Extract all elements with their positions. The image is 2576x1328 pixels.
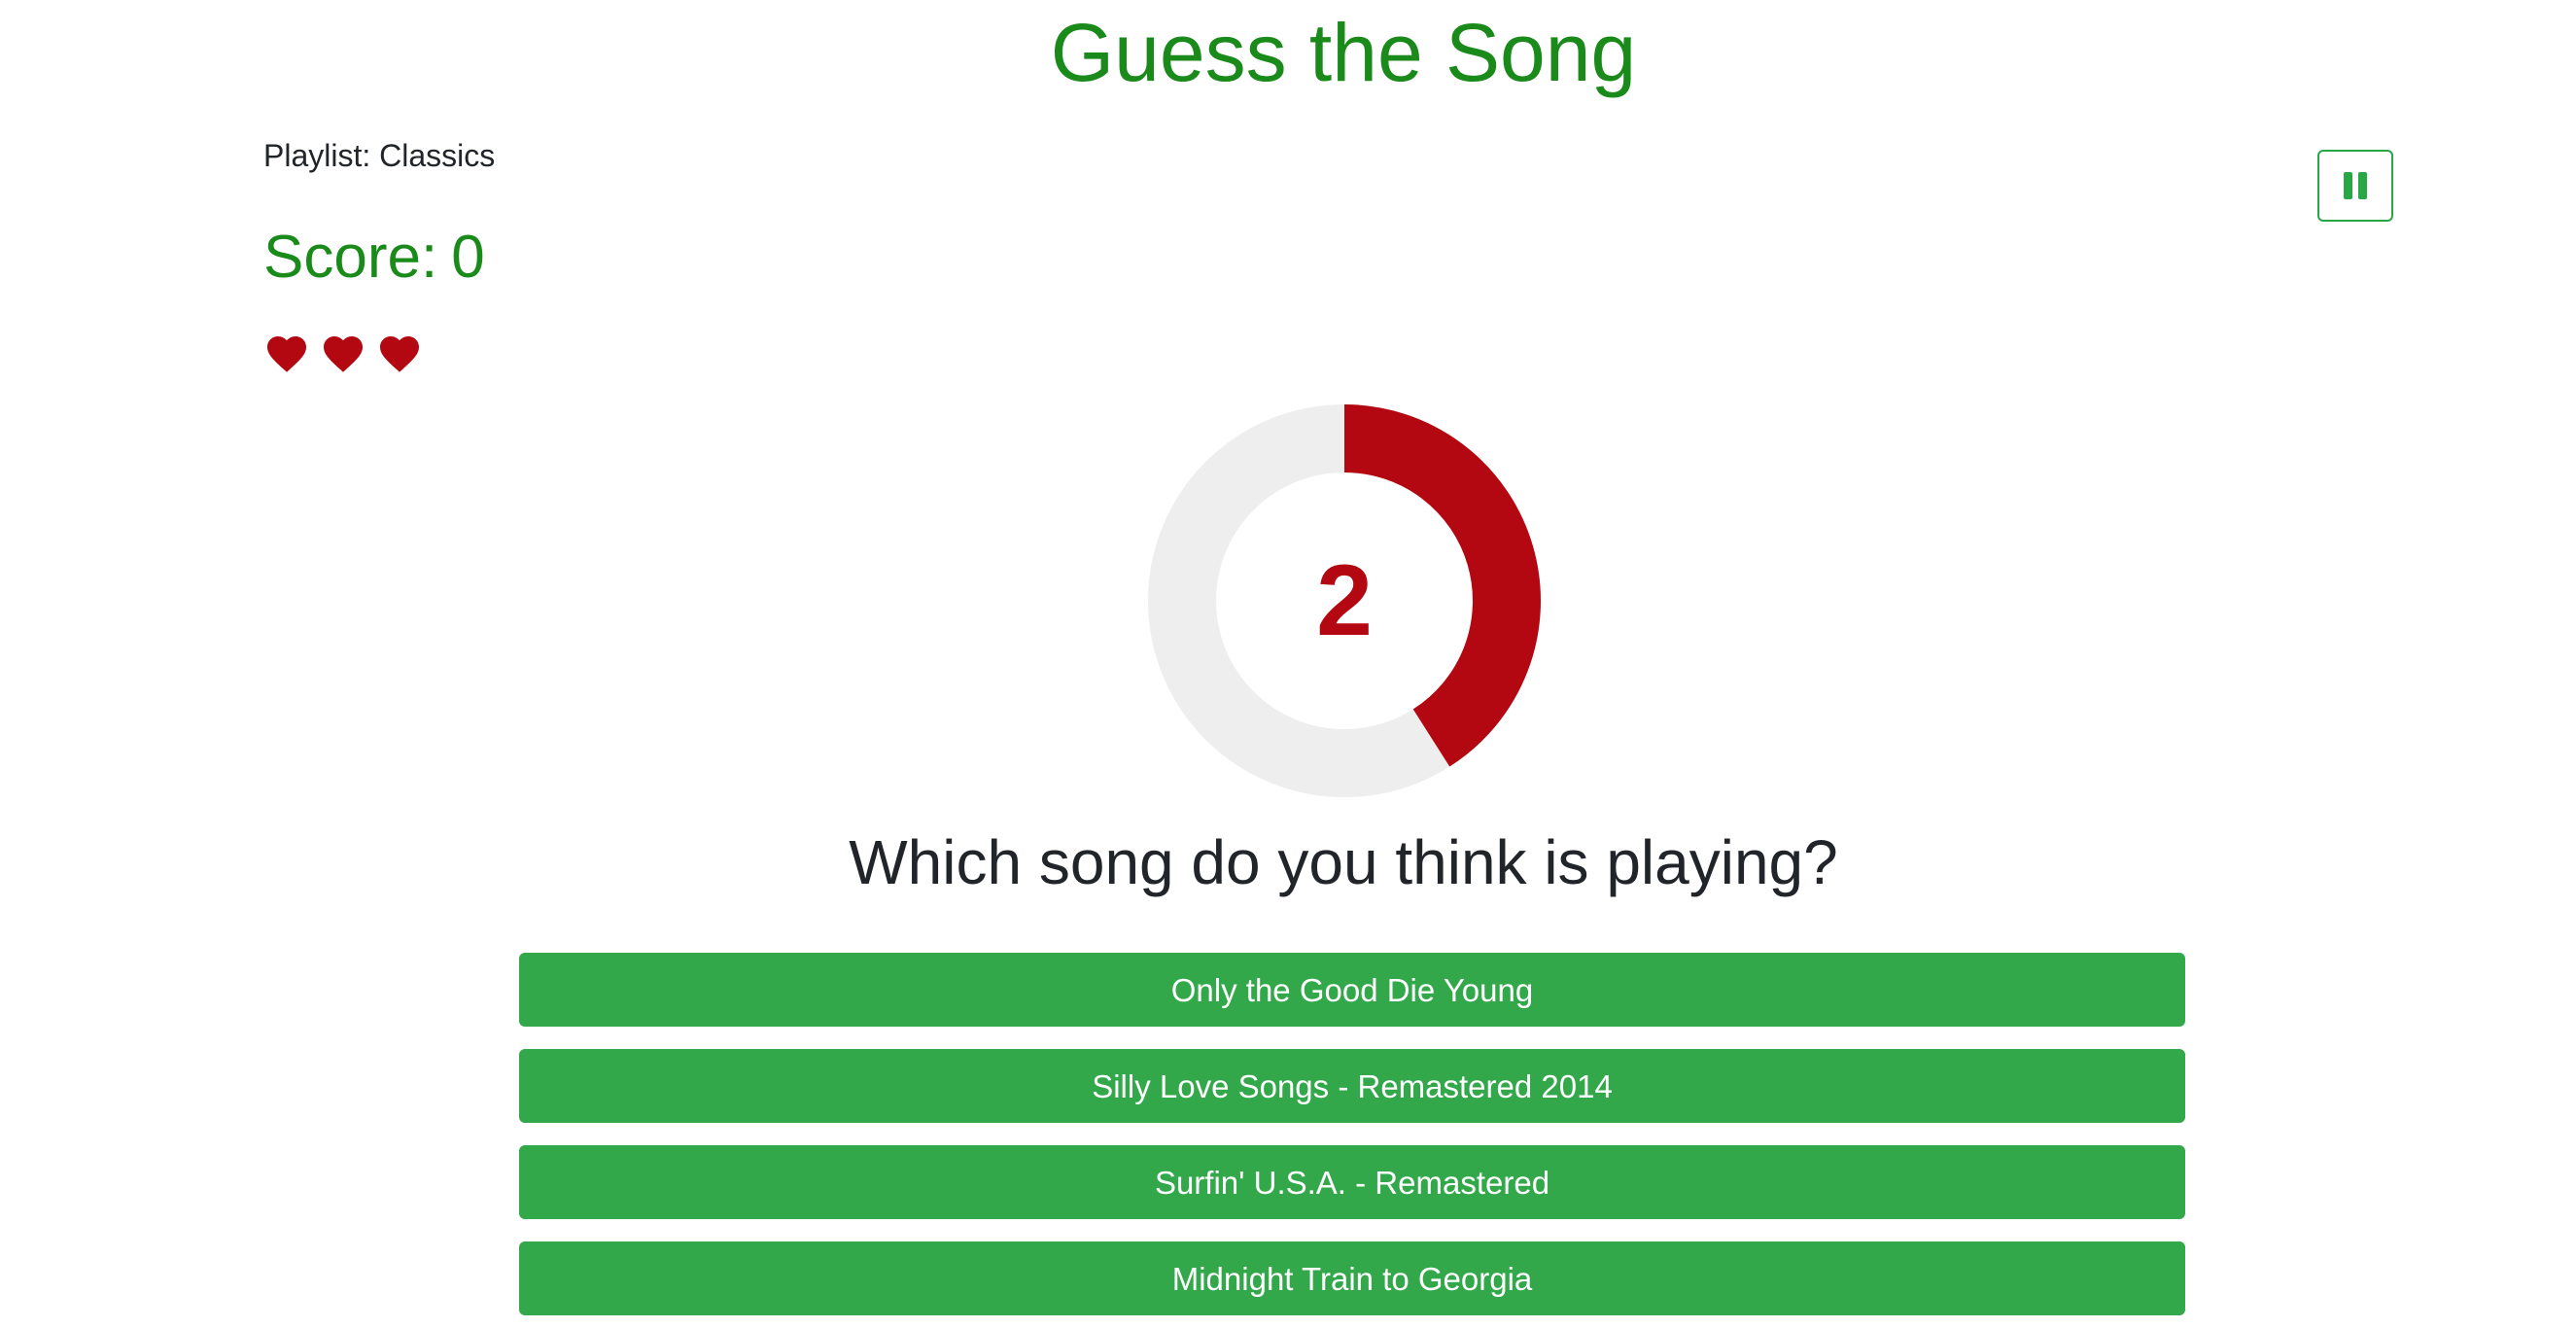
answer-list: Only the Good Die Young Silly Love Songs…	[519, 953, 2185, 1328]
answer-button[interactable]: Midnight Train to Georgia	[519, 1241, 2185, 1315]
heart-icon	[267, 336, 306, 372]
score-value: 0	[451, 224, 485, 291]
answer-button[interactable]: Surfin' U.S.A. - Remastered	[519, 1145, 2185, 1219]
countdown-timer: 2	[1148, 404, 1541, 797]
answer-button[interactable]: Only the Good Die Young	[519, 953, 2185, 1027]
heart-icon	[380, 336, 419, 372]
timer-value: 2	[1316, 543, 1373, 657]
lives-indicator	[263, 331, 423, 373]
pause-icon	[2344, 172, 2352, 199]
playlist-label: Playlist: Classics	[263, 138, 496, 173]
answer-button[interactable]: Silly Love Songs - Remastered 2014	[519, 1049, 2185, 1123]
score-label: Score:	[263, 224, 438, 291]
heart-icon	[324, 336, 363, 372]
pause-button[interactable]	[2317, 150, 2393, 222]
game-page: Guess the Song Playlist: Classics Score:…	[0, 0, 2576, 1328]
question-text: Which song do you think is playing?	[849, 827, 1838, 897]
score-display: Score: 0	[263, 224, 485, 292]
page-title: Guess the Song	[1050, 7, 1637, 98]
pause-icon-bar	[2358, 172, 2367, 199]
